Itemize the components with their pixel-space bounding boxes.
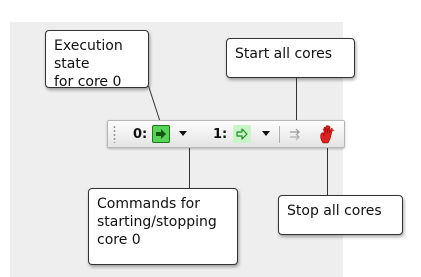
- core0-execution-state-button[interactable]: [152, 125, 170, 143]
- callout-commands-core0: Commands for starting/stopping core 0: [88, 188, 238, 265]
- start-all-arrows-icon[interactable]: [288, 127, 304, 141]
- toolbar-separator: [279, 126, 280, 143]
- callout-execution-state: Execution state for core 0: [45, 30, 149, 90]
- leader-line-commands: [189, 142, 190, 188]
- run-arrow-outline-icon: [236, 128, 248, 140]
- toolbar-grip-handle[interactable]: [112, 125, 117, 143]
- run-arrow-solid-icon: [156, 129, 166, 139]
- callout-start-all-cores: Start all cores: [226, 38, 355, 78]
- callout-stop-all-cores: Stop all cores: [278, 195, 403, 235]
- core1-execution-state-button[interactable]: [233, 125, 251, 143]
- core1-label: 1:: [213, 127, 228, 142]
- multicore-toolbar: 0: 1:: [107, 120, 345, 148]
- leader-line-stop-all: [327, 142, 328, 195]
- core0-label: 0:: [133, 127, 148, 142]
- core1-dropdown-icon[interactable]: [262, 131, 270, 136]
- core0-dropdown-icon[interactable]: [179, 131, 187, 136]
- diagram-frame: Execution state for core 0 Start all cor…: [0, 0, 421, 277]
- stop-hand-icon[interactable]: [318, 124, 338, 144]
- leader-line-start-all: [296, 78, 297, 123]
